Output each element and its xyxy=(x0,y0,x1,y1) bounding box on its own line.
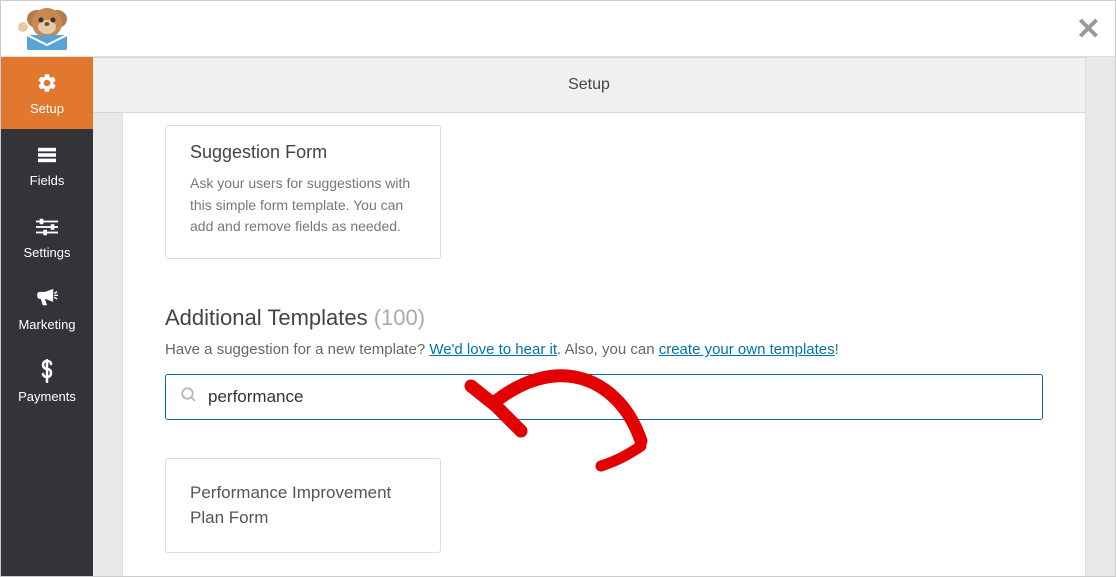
section-heading-additional: Additional Templates (100) xyxy=(165,305,1043,331)
app-logo xyxy=(17,5,77,53)
sidebar-label: Fields xyxy=(30,173,65,188)
template-search-input[interactable] xyxy=(208,387,1028,407)
gear-icon xyxy=(36,71,58,95)
sidebar-item-setup[interactable]: Setup xyxy=(1,57,93,129)
create-template-link[interactable]: create your own templates xyxy=(659,341,835,358)
template-count: (100) xyxy=(374,305,425,330)
template-search-box[interactable] xyxy=(165,374,1043,420)
sidebar: Setup Fields Settings Marketing Payments xyxy=(1,57,93,576)
tab-bar: Setup xyxy=(93,57,1085,113)
template-desc: Ask your users for suggestions with this… xyxy=(190,173,416,238)
tab-setup[interactable]: Setup xyxy=(568,76,610,94)
template-card-result[interactable]: Performance Improvement Plan Form xyxy=(165,458,441,553)
content-area: Suggestion Form Ask your users for sugge… xyxy=(123,113,1085,576)
sidebar-label: Settings xyxy=(24,245,71,260)
sidebar-item-settings[interactable]: Settings xyxy=(1,201,93,273)
sliders-icon xyxy=(36,215,58,239)
list-icon xyxy=(36,143,58,167)
dollar-icon xyxy=(39,359,55,383)
suggestion-line: Have a suggestion for a new template? We… xyxy=(165,341,1043,358)
search-icon xyxy=(180,386,198,409)
right-gutter xyxy=(1085,57,1115,576)
sidebar-item-payments[interactable]: Payments xyxy=(1,345,93,417)
left-gutter xyxy=(93,113,123,576)
close-button[interactable]: ✕ xyxy=(1076,15,1101,45)
template-title: Suggestion Form xyxy=(190,142,416,163)
sidebar-item-marketing[interactable]: Marketing xyxy=(1,273,93,345)
top-bar: ✕ xyxy=(1,1,1115,57)
bullhorn-icon xyxy=(35,287,59,311)
sidebar-label: Payments xyxy=(18,389,76,404)
sidebar-label: Marketing xyxy=(18,317,75,332)
template-card-suggestion[interactable]: Suggestion Form Ask your users for sugge… xyxy=(165,125,441,259)
template-title: Performance Improvement Plan Form xyxy=(190,483,391,527)
suggest-template-link[interactable]: We'd love to hear it xyxy=(429,341,557,358)
sidebar-item-fields[interactable]: Fields xyxy=(1,129,93,201)
sidebar-label: Setup xyxy=(30,101,64,116)
